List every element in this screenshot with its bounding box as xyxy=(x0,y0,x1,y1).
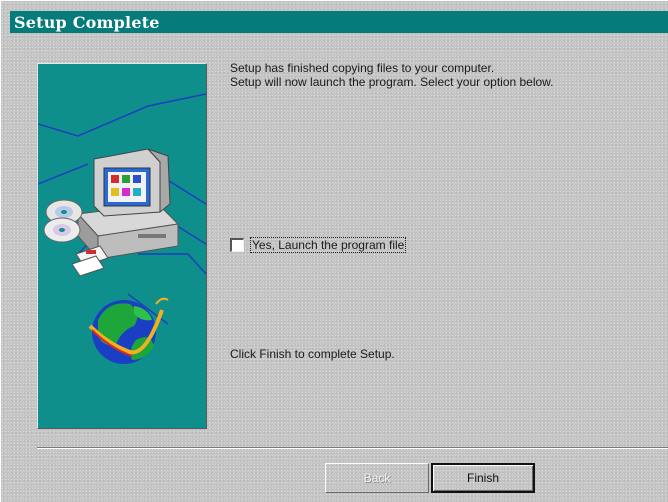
globe-icon xyxy=(88,297,169,364)
computer-icon xyxy=(76,148,180,261)
finish-button[interactable]: Finish xyxy=(431,463,535,493)
setup-finished-message: Setup has finished copying files to your… xyxy=(230,61,495,75)
finish-instruction-text: Click Finish to complete Setup. xyxy=(230,347,395,361)
title-bar: Setup Complete xyxy=(10,11,668,33)
launch-program-message: Setup will now launch the program. Selec… xyxy=(230,75,554,89)
cd-disc-icon xyxy=(43,199,83,243)
launch-program-option[interactable]: Yes, Launch the program file xyxy=(230,237,407,253)
button-area-divider xyxy=(37,447,668,449)
floppy-disk-icon xyxy=(71,245,109,277)
setup-illustration-panel xyxy=(37,63,207,429)
window-title: Setup Complete xyxy=(14,12,160,32)
setup-wizard-window: Setup Complete Setup has finished copyin… xyxy=(0,0,668,502)
setup-illustration xyxy=(38,93,206,364)
launch-program-checkbox[interactable] xyxy=(230,238,244,252)
back-button[interactable]: Back xyxy=(325,463,429,493)
launch-program-checkbox-label[interactable]: Yes, Launch the program file xyxy=(250,237,407,253)
